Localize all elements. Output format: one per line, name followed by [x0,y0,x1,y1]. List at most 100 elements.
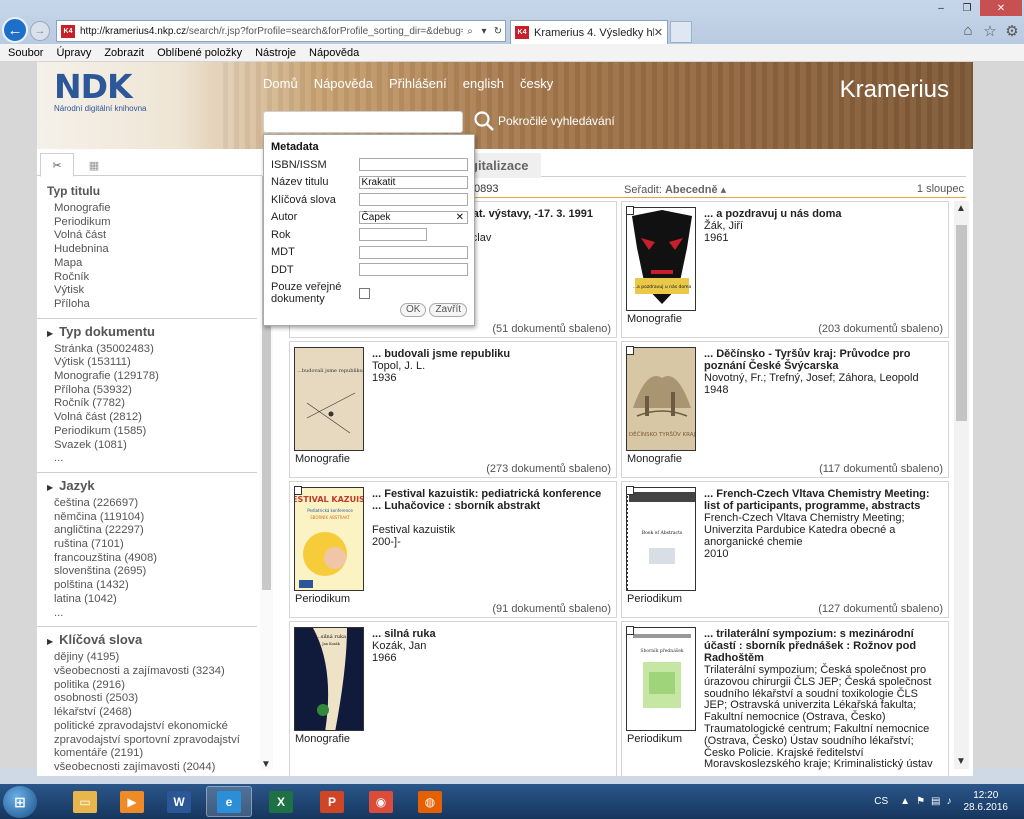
nav-login[interactable]: Přihlášení [389,76,447,91]
result-bundle-count[interactable]: (273 dokumentů sbaleno) [486,463,611,475]
result-bundle-count[interactable]: (127 dokumentů sbaleno) [818,603,943,615]
facet-item-keyword[interactable]: všeobecnosti a zajímavosti (3234) [54,665,259,679]
facet-item-doctype[interactable]: Volná část (2812) [54,411,259,425]
isbn-input[interactable] [358,158,468,172]
facet-title-language[interactable]: ▶ Jazyk [47,478,259,493]
result-card[interactable]: ...budovali jsme republiku Monografie ..… [289,341,617,478]
facet-item-language[interactable]: ruština (7101) [54,538,259,552]
columns-toggle[interactable]: 1 sloupec [917,183,964,195]
scrollbar-thumb[interactable] [956,225,967,421]
result-bundle-count[interactable]: (117 dokumentů sbaleno) [819,463,943,475]
cover-thumbnail[interactable]: ...silná ruka Jan Kozák [294,627,364,731]
nav-help[interactable]: Nápověda [314,76,373,91]
facet-item-language[interactable]: polština (1432) [54,579,259,593]
result-title[interactable]: ... French-Czech Vltava Chemistry Meetin… [704,488,944,512]
facet-item-type[interactable]: Příloha [54,298,259,312]
new-tab-button[interactable] [670,21,692,43]
nav-english[interactable]: english [463,76,504,91]
nav-czech[interactable]: česky [520,76,553,91]
menu-tools[interactable]: Nástroje [255,47,296,59]
language-indicator[interactable]: CS [874,796,888,807]
facet-item-doctype[interactable]: Ročník (7782) [54,397,259,411]
facet-item-doctype[interactable]: ... [54,452,259,466]
result-bundle-count[interactable]: (91 dokumentů sbaleno) [492,603,611,615]
result-bundle-count[interactable]: (203 dokumentů sbaleno) [818,323,943,335]
facet-item-type[interactable]: Volná část [54,229,259,243]
ddt-input[interactable] [358,263,468,277]
result-card[interactable]: DĚČÍNSKO TYRŠŮV KRAJ Monografie ... Děčí… [621,341,949,478]
taskbar-app-word[interactable]: W [156,786,202,817]
show-hidden-icons-icon[interactable]: ▲ [900,796,910,807]
address-bar[interactable]: K4 http://kramerius4.nkp.cz/search/r.jsp… [56,20,506,42]
minimize-button[interactable]: – [928,0,954,16]
tab-facets[interactable]: ✂ [40,153,74,177]
search-icon[interactable] [473,110,495,132]
forward-button[interactable]: → [30,21,50,41]
facet-item-language[interactable]: francouzština (4908) [54,552,259,566]
result-title[interactable]: ... a pozdravuj u nás doma [704,208,944,220]
scroll-down-icon[interactable]: ▼ [956,756,966,767]
browser-tab[interactable]: K4 Kramerius 4. Výsledky hledá... ✕ [510,20,668,44]
facet-item-type[interactable]: Mapa [54,257,259,271]
flag-icon[interactable]: ⚑ [916,796,925,807]
nav-home[interactable]: Domů [263,76,298,91]
taskbar-app-explorer[interactable]: ▭ [62,786,108,817]
facet-item-type[interactable]: Hudebnina [54,243,259,257]
facet-title-keywords[interactable]: ▶ Klíčová slova [47,632,259,647]
result-title[interactable]: ... trilaterální sympozium: s mezinárodn… [704,628,944,664]
result-card[interactable]: Sborník přednášek Periodikum ... trilate… [621,621,949,776]
result-title[interactable]: ... silná ruka [372,628,612,640]
tab-history[interactable]: ▦ [77,153,111,177]
facet-item-type[interactable]: Výtisk [54,284,259,298]
close-popup-button[interactable]: Zavřít [429,303,467,317]
back-button[interactable]: ← [2,17,28,43]
cover-thumbnail[interactable]: Sborník přednášek [626,627,696,731]
facet-item-doctype[interactable]: Příloha (53932) [54,384,259,398]
taskbar-app-powerpoint[interactable]: P [309,786,355,817]
year-input[interactable] [359,228,427,242]
facet-item-doctype[interactable]: Monografie (129178) [54,370,259,384]
facet-item-language[interactable]: latina (1042) [54,593,259,607]
menu-edit[interactable]: Úpravy [56,47,91,59]
facet-item-keyword[interactable]: komentáře (2191) [54,747,259,761]
facet-item-language[interactable]: angličtina (22297) [54,524,259,538]
result-card[interactable]: FESTIVAL KAZUISTIK Pediatrická konferenc… [289,481,617,618]
clock[interactable]: 12:20 28.6.2016 [964,790,1009,814]
taskbar-app-chrome[interactable]: ◉ [358,786,404,817]
facet-item-language[interactable]: němčina (119104) [54,511,259,525]
facet-item-type[interactable]: Monografie [54,202,259,216]
menu-file[interactable]: Soubor [8,47,43,59]
start-button[interactable]: ⊞ [3,786,37,818]
network-icon[interactable]: ▤ [931,796,940,807]
scroll-up-icon[interactable]: ▲ [956,203,966,214]
facet-item-doctype[interactable]: Výtisk (153111) [54,356,259,370]
taskbar-app-excel[interactable]: X [258,786,304,817]
result-title[interactable]: ... budovali jsme republiku [372,348,612,360]
cover-thumbnail[interactable]: Book of Abstracts [626,487,696,591]
cover-thumbnail[interactable]: ...a pozdravuj u nás doma [626,207,696,311]
facet-item-keyword[interactable]: historie (1606) [54,775,259,776]
taskbar-app-media-player[interactable]: ▶ [109,786,155,817]
facet-item-doctype[interactable]: Svazek (1081) [54,439,259,453]
cover-thumbnail[interactable]: FESTIVAL KAZUISTIK Pediatrická konferenc… [294,487,364,591]
facet-item-language[interactable]: čeština (226697) [54,497,259,511]
keywords-input[interactable] [358,193,468,207]
tab-close-icon[interactable]: ✕ [654,26,663,39]
author-input[interactable]: Čapek ✕ [358,210,468,224]
search-dropdown-icon[interactable]: ⌕ [463,26,477,37]
title-input[interactable]: Krakatit [358,175,468,189]
results-scrollbar[interactable]: ▲ ▼ [954,201,969,769]
sort-control[interactable]: Seřadit: Abecedně ▴ [624,183,726,196]
result-title[interactable]: ... Děčínsko - Tyršův kraj: Průvodce pro… [704,348,944,372]
facet-item-doctype[interactable]: Periodikum (1585) [54,425,259,439]
facet-item-doctype[interactable]: Stránka (35002483) [54,343,259,357]
result-card[interactable]: ...silná ruka Jan Kozák Monografie ... s… [289,621,617,776]
url-text[interactable]: http://kramerius4.nkp.cz/search/r.jsp?fo… [80,26,463,37]
taskbar-app-firefox[interactable]: ◍ [407,786,453,817]
facet-item-keyword[interactable]: lékařství (2468) [54,706,259,720]
scroll-down-icon[interactable]: ▼ [261,759,271,770]
result-bundle-count[interactable]: (51 dokumentů sbaleno) [492,323,611,335]
result-card[interactable]: ...a pozdravuj u nás doma Monografie ...… [621,201,949,338]
facet-item-keyword[interactable]: osobnosti (2503) [54,692,259,706]
facet-item-keyword[interactable]: politika (2916) [54,679,259,693]
